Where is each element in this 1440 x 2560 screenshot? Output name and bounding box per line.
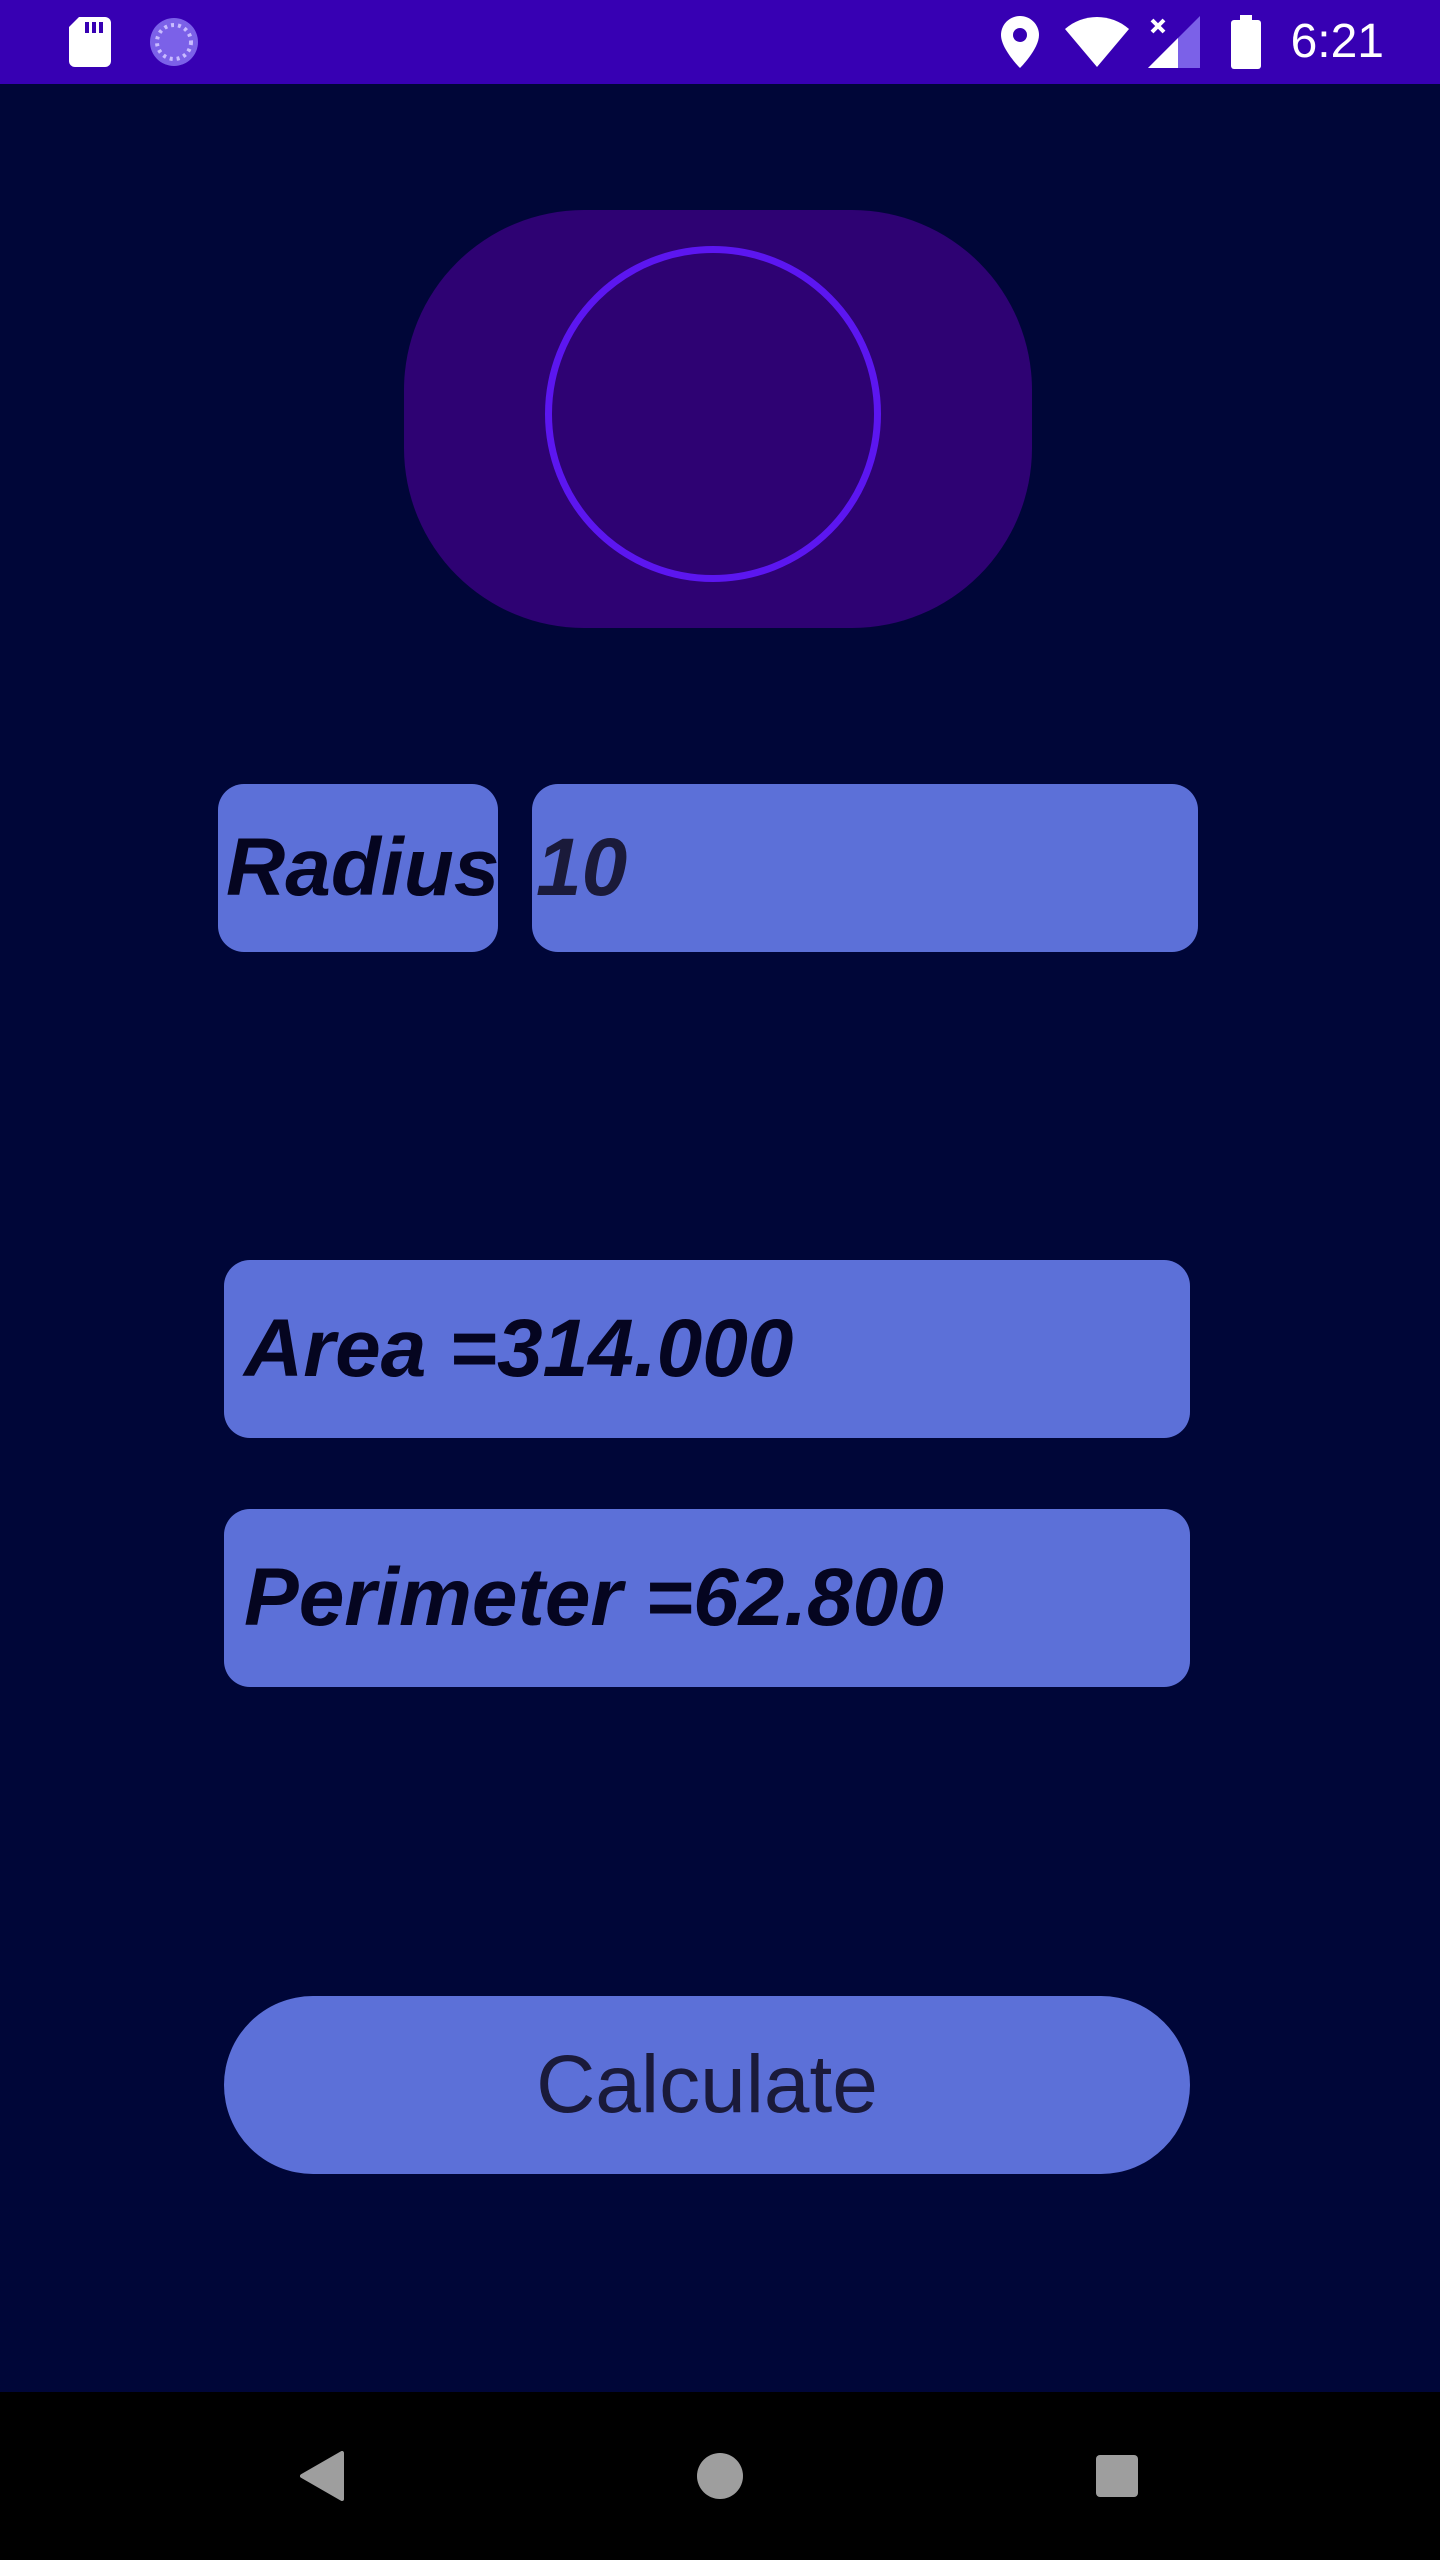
app-logo [404, 210, 1032, 628]
circle-icon [545, 246, 881, 582]
battery-icon [1228, 0, 1264, 84]
wifi-icon [1064, 0, 1130, 84]
radius-label: Radius [218, 784, 499, 952]
home-icon[interactable] [660, 2392, 780, 2560]
sd-card-icon [66, 0, 114, 84]
area-result: Area =314.000 [224, 1260, 1190, 1438]
status-time: 6:21 [1290, 15, 1384, 68]
navigation-bar [0, 2392, 1440, 2560]
main-content: Radius Area =314.000 Perimeter =62.800 C… [0, 84, 1440, 2392]
calculate-button[interactable]: Calculate [224, 1996, 1190, 2174]
sync-icon [146, 0, 202, 84]
back-icon[interactable] [262, 2392, 382, 2560]
cell-signal-icon [1148, 0, 1200, 84]
radius-input[interactable] [532, 784, 1198, 952]
location-icon [996, 0, 1044, 84]
status-bar: 6:21 [0, 0, 1440, 84]
perimeter-result: Perimeter =62.800 [224, 1509, 1190, 1687]
recents-icon[interactable] [1057, 2392, 1177, 2560]
